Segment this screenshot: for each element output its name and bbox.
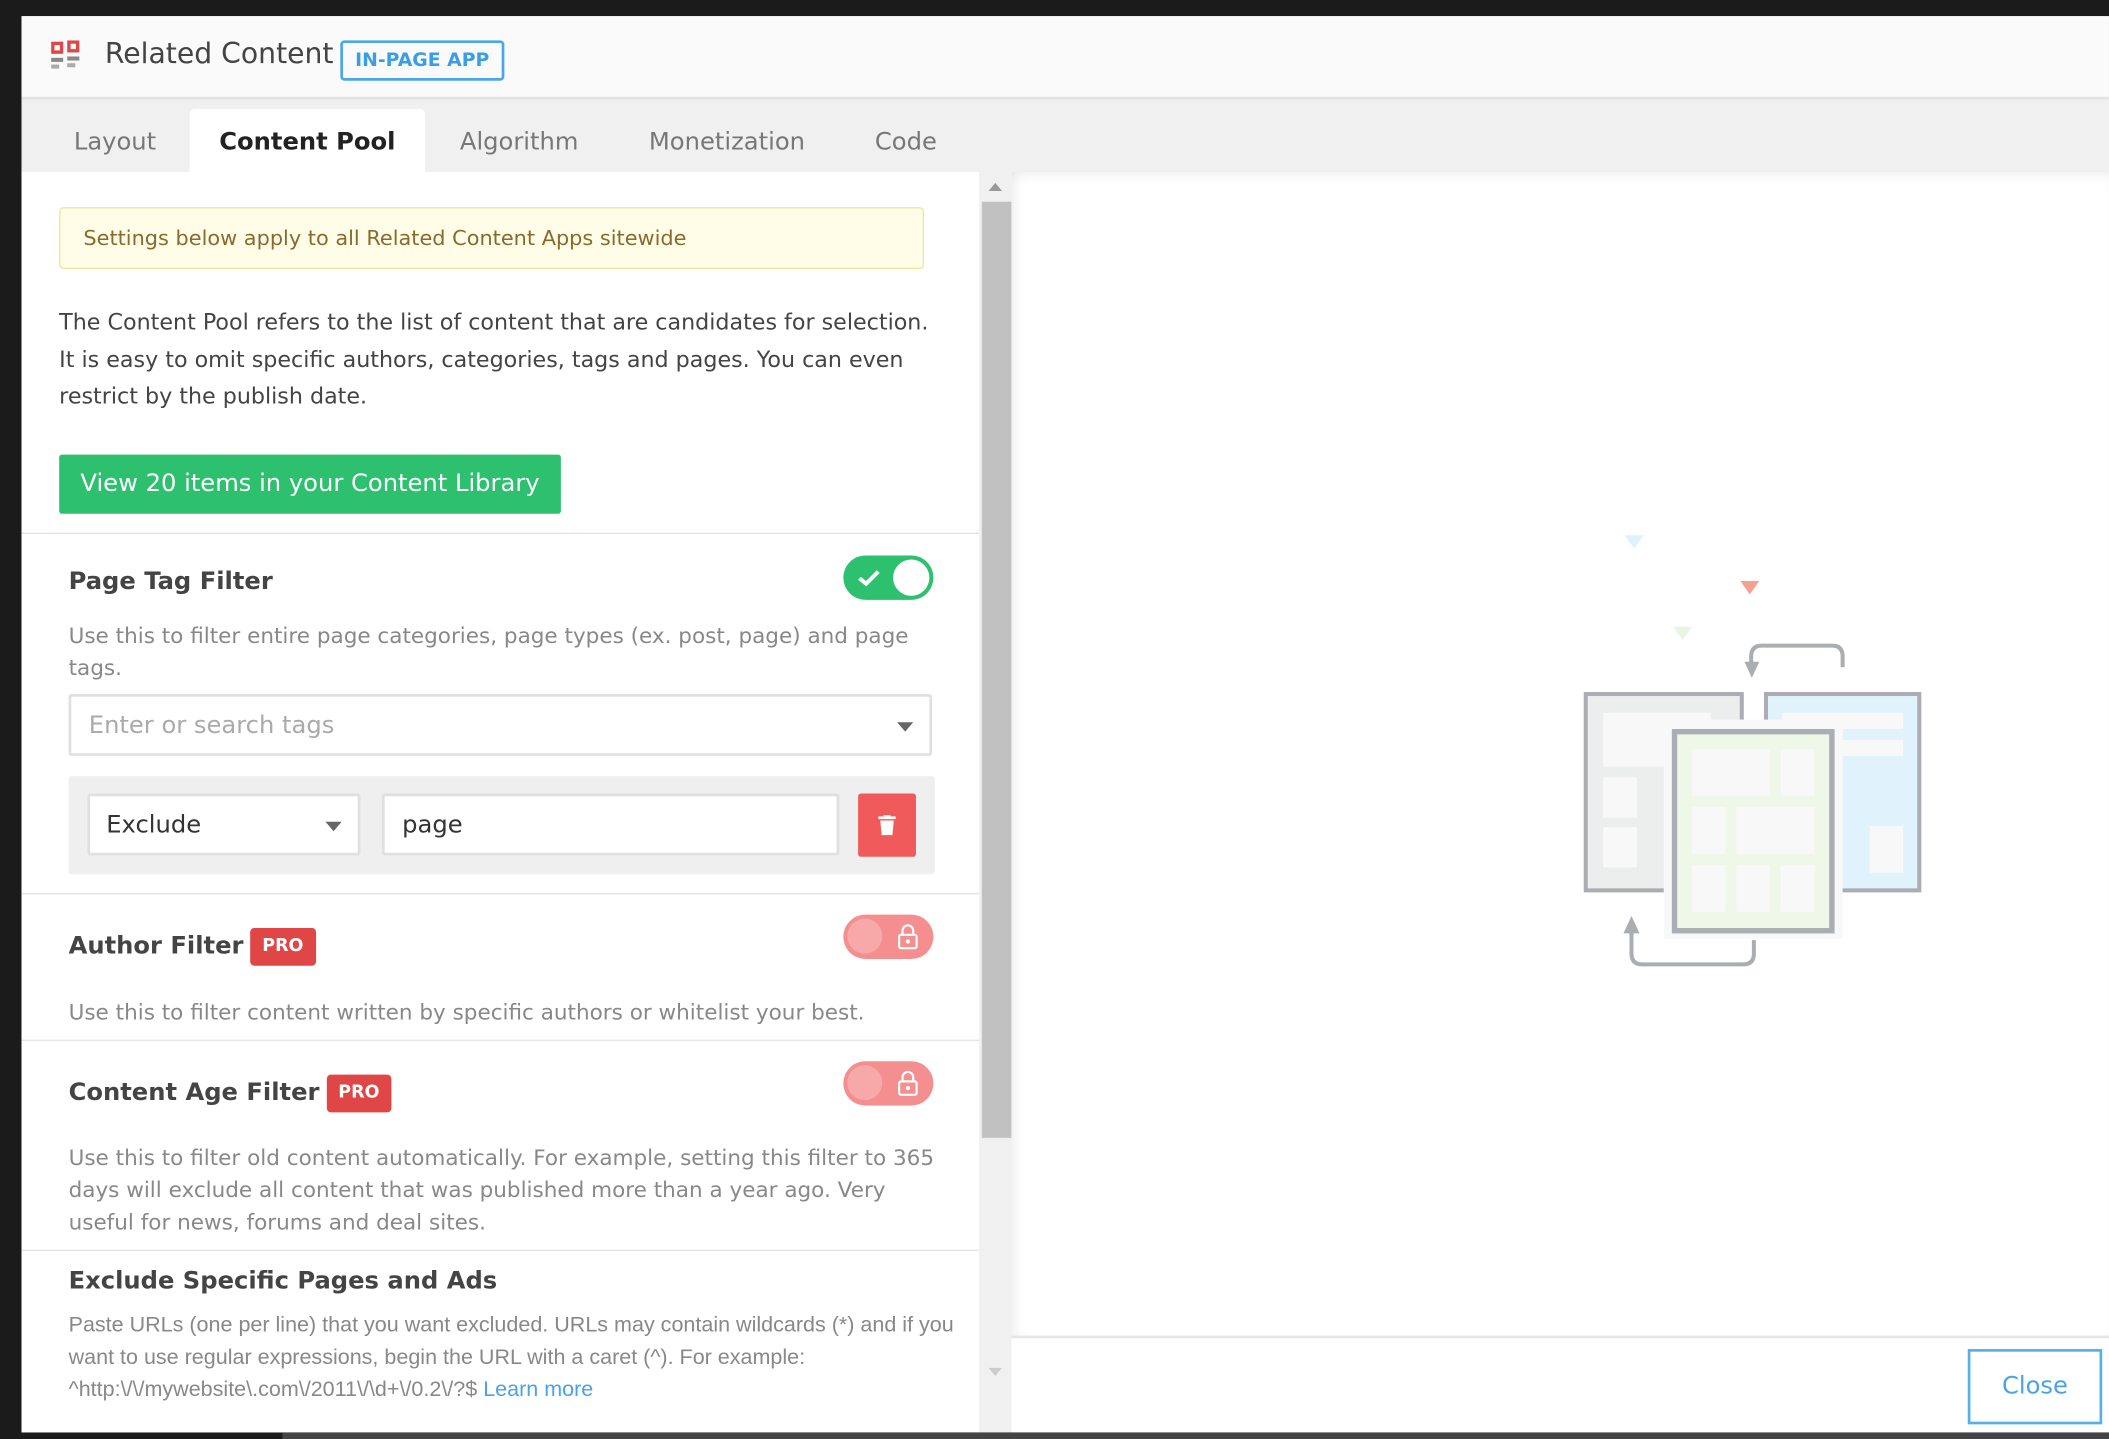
divider xyxy=(21,532,980,534)
divider xyxy=(21,1249,980,1251)
tag-search-input[interactable]: Enter or search tags xyxy=(68,694,933,756)
settings-panel: Settings below apply to all Related Cont… xyxy=(21,172,980,1433)
tab-monetization[interactable]: Monetization xyxy=(629,109,824,175)
trash-icon xyxy=(878,815,896,836)
tag-rule-row: Exclude page xyxy=(68,776,935,875)
author-filter-description: Use this to filter content written by sp… xyxy=(68,999,865,1025)
page-tag-filter-title: Page Tag Filter xyxy=(68,567,273,596)
rule-mode-value: Exclude xyxy=(106,811,202,840)
pro-badge: PRO xyxy=(250,928,316,966)
lock-icon xyxy=(898,924,918,950)
background-page xyxy=(282,1432,2109,1439)
in-page-app-badge: IN-PAGE APP xyxy=(340,40,505,81)
view-content-library-button[interactable]: View 20 items in your Content Library xyxy=(59,454,561,514)
tab-code[interactable]: Code xyxy=(855,109,956,175)
chevron-down-icon xyxy=(897,722,914,732)
lock-icon xyxy=(898,1070,918,1096)
toggle-knob xyxy=(847,918,883,954)
modal-header: Related Content IN-PAGE APP xyxy=(21,16,2109,100)
page-tag-filter-toggle[interactable] xyxy=(843,555,934,600)
app-title: Related Content xyxy=(104,37,334,70)
content-age-filter-label: Content Age Filter xyxy=(68,1078,320,1107)
toggle-knob xyxy=(847,1065,883,1101)
chevron-down-icon xyxy=(325,821,342,832)
modal-footer: Close xyxy=(1011,1335,2109,1433)
tab-layout[interactable]: Layout xyxy=(51,109,179,175)
sitewide-notice: Settings below apply to all Related Cont… xyxy=(59,207,925,269)
exclude-pages-description: Paste URLs (one per line) that you want … xyxy=(69,1310,957,1407)
modal-dialog: Related Content IN-PAGE APP Layout Conte… xyxy=(21,16,2109,1433)
related-content-logo-icon xyxy=(51,40,80,69)
rule-value-text: page xyxy=(402,811,463,840)
pro-badge: PRO xyxy=(326,1074,392,1113)
scroll-up-arrow-icon[interactable] xyxy=(988,182,1003,191)
scrollbar-thumb[interactable] xyxy=(981,201,1012,1138)
check-icon xyxy=(858,570,880,587)
content-age-filter-title: Content Age Filter PRO xyxy=(68,1074,392,1113)
rule-mode-select[interactable]: Exclude xyxy=(87,793,361,856)
author-filter-toggle[interactable] xyxy=(843,914,934,959)
divider xyxy=(21,1039,980,1042)
author-filter-title: Author Filter PRO xyxy=(69,928,316,966)
toggle-knob xyxy=(893,559,930,596)
intro-text: The Content Pool refers to the list of c… xyxy=(59,309,929,409)
divider xyxy=(21,893,980,895)
related-content-illustration xyxy=(1583,535,1922,967)
content-age-filter-description: Use this to filter old content automatic… xyxy=(68,1144,935,1235)
close-button[interactable]: Close xyxy=(1967,1349,2103,1425)
preview-pane xyxy=(1011,172,2109,1336)
scrollbar[interactable] xyxy=(979,172,1012,1433)
exclude-pages-title: Exclude Specific Pages and Ads xyxy=(68,1266,498,1296)
tab-content-pool[interactable]: Content Pool xyxy=(189,108,426,175)
page-tag-filter-description: Use this to filter entire page categorie… xyxy=(68,622,909,681)
rule-value-input[interactable]: page xyxy=(381,793,840,856)
author-filter-label: Author Filter xyxy=(68,932,244,961)
content-age-filter-toggle[interactable] xyxy=(843,1061,934,1106)
delete-rule-button[interactable] xyxy=(858,793,916,857)
learn-more-link[interactable]: Learn more xyxy=(483,1379,593,1402)
tag-search-placeholder: Enter or search tags xyxy=(88,711,335,740)
tab-bar: Layout Content Pool Algorithm Monetizati… xyxy=(21,99,2109,175)
scroll-down-arrow-icon[interactable] xyxy=(988,1367,1003,1376)
tab-algorithm[interactable]: Algorithm xyxy=(438,109,599,175)
